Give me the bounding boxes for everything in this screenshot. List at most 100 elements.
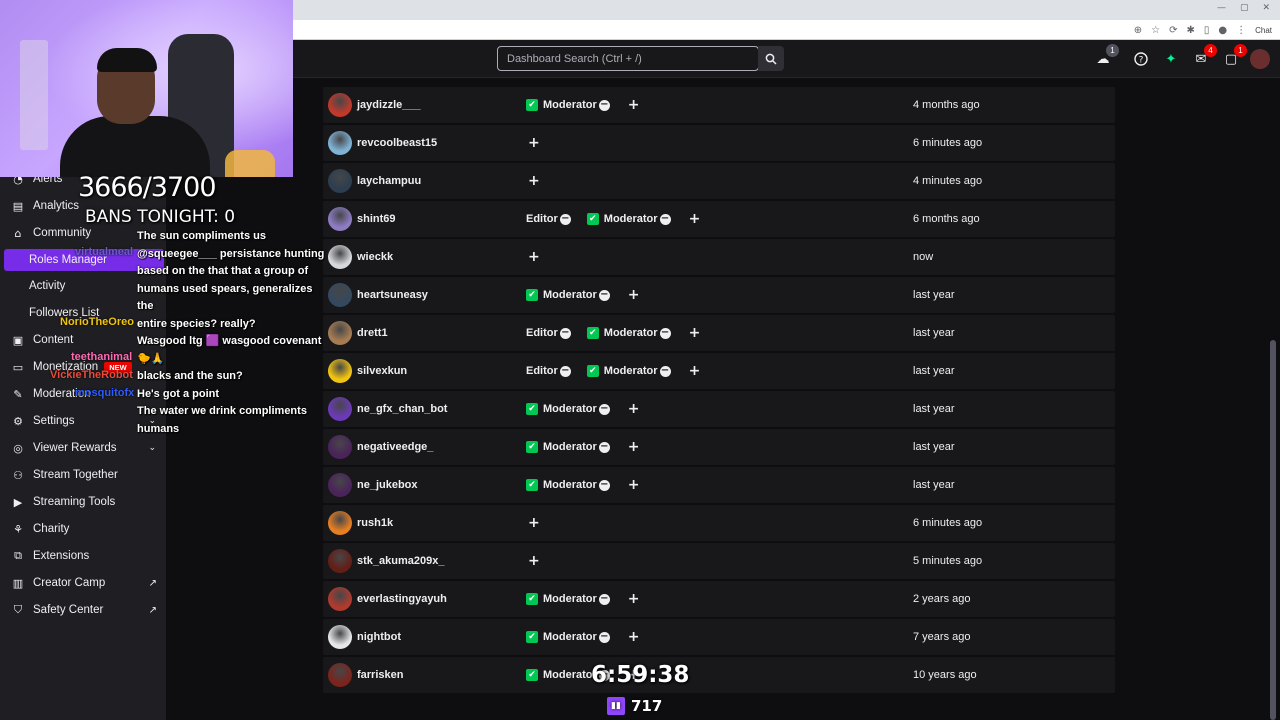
whispers-button[interactable]: ▢ 1 [1221,44,1247,69]
role-label: Moderator [543,403,597,415]
sidebar-item-safety-center[interactable]: ⛉ Safety Center ↗ [0,599,166,621]
bookmark-star-icon[interactable]: ☆ [1151,25,1160,36]
username[interactable]: wieckk [357,239,393,275]
avatar[interactable] [328,473,352,497]
sidebar-item-label: Settings [33,415,75,427]
drops-button[interactable]: ☁ 1 [1093,44,1119,69]
sidebar-item-charity[interactable]: ⚘ Charity [0,518,166,540]
sidebar-item-streaming-tools[interactable]: ▶ Streaming Tools [0,491,166,513]
date-added: last year [913,403,955,415]
sidebar-item-creator-camp[interactable]: ▥ Creator Camp ↗ [0,572,166,594]
username[interactable]: laychampuu [357,163,421,199]
date-added: 6 minutes ago [913,137,983,149]
roles-cell: + [526,239,540,275]
role-label: Moderator [543,479,597,491]
remove-role-icon[interactable]: − [659,365,671,377]
close-icon[interactable]: ✕ [1262,3,1270,13]
username[interactable]: ne_jukebox [357,467,418,503]
username[interactable]: shint69 [357,201,396,237]
remove-role-icon[interactable]: − [659,213,671,225]
moderator-check-icon: ✔ [526,593,538,605]
dashboard-search-input[interactable]: Dashboard Search (Ctrl + /) [497,46,759,71]
add-role-icon[interactable]: + [628,287,640,303]
add-role-icon[interactable]: + [628,439,640,455]
address-bar[interactable] [293,20,1280,40]
bans-tonight-label: BANS TONIGHT: 0 [85,207,236,227]
puzzle-icon[interactable]: ✱ [1186,25,1194,36]
add-role-icon[interactable]: + [689,325,701,341]
avatar[interactable] [328,625,352,649]
username[interactable]: nightbot [357,619,401,655]
sidebar-item-stream-together[interactable]: ⚇ Stream Together [0,464,166,486]
username[interactable]: heartsuneasy [357,277,428,313]
username[interactable]: drett1 [357,315,388,351]
add-role-icon[interactable]: + [628,477,640,493]
username[interactable]: farrisken [357,657,403,693]
zoom-icon[interactable]: ⊕ [1134,25,1142,36]
profile-icon[interactable]: ● [1218,25,1227,36]
add-role-icon[interactable]: + [528,515,540,531]
avatar[interactable] [328,663,352,687]
add-role-icon[interactable]: + [528,249,540,265]
menu-icon[interactable]: ⋮ [1236,25,1246,36]
add-role-icon[interactable]: + [628,629,640,645]
role-badge-editor: Editor − [526,327,581,339]
extension-icon[interactable]: ⟳ [1169,25,1177,36]
add-role-icon[interactable]: + [528,553,540,569]
role-badge-moderator: ✔ Moderator − [526,99,620,111]
avatar[interactable] [328,169,352,193]
add-role-icon[interactable]: + [628,97,640,113]
avatar[interactable] [328,587,352,611]
remove-role-icon[interactable]: − [598,441,610,453]
username[interactable]: revcoolbeast15 [357,125,437,161]
avatar[interactable] [328,511,352,535]
remove-role-icon[interactable]: − [559,365,571,377]
scrollbar[interactable] [1268,78,1280,720]
sidebar-item-extensions[interactable]: ⧉ Extensions [0,545,166,567]
avatar[interactable] [328,93,352,117]
username[interactable]: negativeedge_ [357,429,433,465]
avatar[interactable] [328,131,352,155]
add-role-icon[interactable]: + [628,591,640,607]
search-icon [765,53,777,65]
table-row: everlastingyayuh ✔ Moderator − +2 years ago [323,581,1115,617]
username[interactable]: jaydizzle___ [357,87,421,123]
remove-role-icon[interactable]: − [559,327,571,339]
date-added: now [913,251,934,263]
remove-role-icon[interactable]: − [598,593,610,605]
help-button[interactable]: ? [1131,49,1151,69]
sidebar-icon[interactable]: ▯ [1204,25,1210,36]
sidebar-item-viewer-rewards[interactable]: ◎ Viewer Rewards ⌄ [0,437,166,459]
avatar[interactable] [328,435,352,459]
remove-role-icon[interactable]: − [598,289,610,301]
remove-role-icon[interactable]: − [598,403,610,415]
add-role-icon[interactable]: + [528,135,540,151]
remove-role-icon[interactable]: − [659,327,671,339]
add-role-icon[interactable]: + [628,401,640,417]
remove-role-icon[interactable]: − [559,213,571,225]
username[interactable]: everlastingyayuh [357,581,447,617]
scroll-thumb[interactable] [1270,340,1276,720]
chat-button[interactable]: Chat [1255,26,1272,35]
inbox-button[interactable]: ✉ 4 [1191,44,1217,69]
username[interactable]: rush1k [357,505,393,541]
roles-cell: + [526,125,540,161]
add-role-icon[interactable]: + [689,363,701,379]
avatar[interactable] [328,549,352,573]
add-role-icon[interactable]: + [689,211,701,227]
whispers-badge: 1 [1234,44,1247,57]
username[interactable]: stk_akuma209x_ [357,543,444,579]
add-role-icon[interactable]: + [528,173,540,189]
user-avatar[interactable] [1250,49,1270,69]
remove-role-icon[interactable]: − [598,479,610,491]
table-row: jaydizzle___ ✔ Moderator − +4 months ago [323,87,1115,123]
maximize-icon[interactable]: ▢ [1240,3,1249,13]
search-button[interactable] [758,46,784,71]
username[interactable]: silvexkun [357,353,407,389]
remove-role-icon[interactable]: − [598,99,610,111]
sparkle-button[interactable]: ✦ [1161,49,1181,69]
remove-role-icon[interactable]: − [598,631,610,643]
username[interactable]: ne_gfx_chan_bot [357,391,447,427]
minimize-icon[interactable]: — [1217,3,1226,13]
browser-toolbar: ⊕ ☆ ⟳ ✱ ▯ ● ⋮ Chat [1134,21,1272,39]
